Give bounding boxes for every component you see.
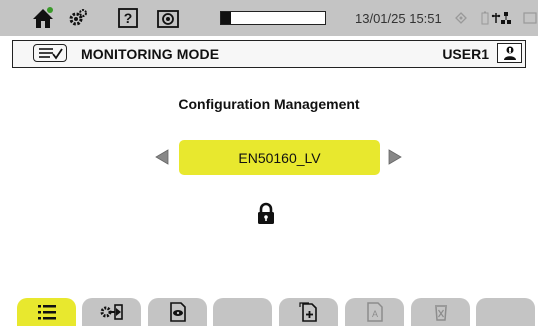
- menu-check-icon[interactable]: [33, 44, 67, 62]
- tab-empty-2: [476, 298, 535, 326]
- status-bar: ? 13/01/25 15:51: [0, 0, 538, 36]
- tab-rename-document: A: [345, 298, 404, 326]
- padlock-icon: [255, 202, 277, 226]
- configuration-selector[interactable]: EN50160_LV: [179, 140, 380, 175]
- user-lock-icon: [503, 46, 516, 60]
- tab-new-document[interactable]: [279, 298, 338, 326]
- battery-icon: [480, 3, 490, 33]
- page-title: MONITORING MODE: [81, 46, 220, 62]
- view-document-icon: [169, 302, 186, 322]
- delete-icon: [434, 305, 447, 321]
- rename-document-icon: A: [366, 302, 383, 322]
- new-document-icon: [298, 302, 317, 322]
- function-tab-bar: A: [0, 290, 538, 326]
- help-icon[interactable]: ?: [116, 3, 140, 33]
- svg-text:?: ?: [124, 10, 133, 26]
- datetime: 13/01/25 15:51: [355, 11, 442, 26]
- left-arrow-icon: [155, 149, 169, 165]
- next-config-button[interactable]: [385, 147, 405, 167]
- user-button[interactable]: [497, 43, 522, 63]
- section-title: Configuration Management: [178, 96, 360, 112]
- previous-config-button[interactable]: [152, 147, 172, 167]
- memory-progress-bar: [220, 11, 326, 25]
- tab-list[interactable]: [17, 298, 76, 326]
- tab-load-config[interactable]: [82, 298, 141, 326]
- svg-text:A: A: [371, 309, 377, 319]
- right-arrow-icon: [388, 149, 402, 165]
- list-icon: [37, 305, 56, 320]
- camera-icon[interactable]: [156, 3, 180, 33]
- load-config-icon: [100, 304, 123, 320]
- progress-fill: [221, 12, 232, 24]
- screen-icon: [522, 3, 538, 33]
- usb-network-icon: [491, 3, 513, 33]
- tab-empty-1: [213, 298, 272, 326]
- selected-configuration: EN50160_LV: [238, 149, 321, 166]
- tab-delete: [411, 298, 470, 326]
- title-bar: MONITORING MODE USER1: [12, 40, 526, 68]
- gps-icon: [453, 3, 469, 33]
- tab-view-document[interactable]: [148, 298, 207, 326]
- settings-gears-icon[interactable]: [66, 3, 90, 33]
- home-icon[interactable]: [28, 3, 58, 33]
- user-label: USER1: [442, 46, 489, 62]
